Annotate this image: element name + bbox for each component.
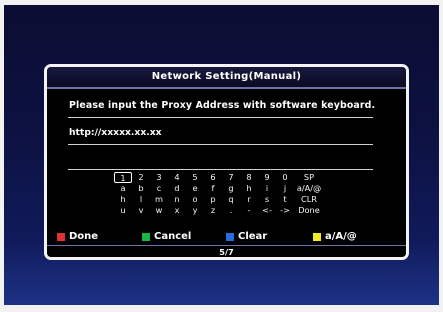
key-f[interactable]: f <box>204 183 222 194</box>
key-done[interactable]: Done <box>292 205 326 216</box>
key-8[interactable]: 8 <box>240 172 258 183</box>
key-7[interactable]: 7 <box>222 172 240 183</box>
keyboard-row: h l m n o p q r s t CLR <box>114 194 344 205</box>
clear-button[interactable]: Clear <box>226 230 267 243</box>
yellow-square-icon <box>313 232 321 241</box>
key-n[interactable]: n <box>168 194 186 205</box>
key-x[interactable]: x <box>168 205 186 216</box>
blue-square-icon <box>226 232 234 241</box>
input-underline <box>68 144 373 145</box>
color-button-legend: Done Cancel Clear a/A/@ <box>56 228 397 245</box>
key-l[interactable]: l <box>132 194 150 205</box>
key-v[interactable]: v <box>132 205 150 216</box>
key-w[interactable]: w <box>150 205 168 216</box>
keyboard-row: 1 2 3 4 5 6 7 8 9 0 SP <box>114 172 344 183</box>
key-i[interactable]: i <box>258 183 276 194</box>
cancel-button[interactable]: Cancel <box>142 230 191 243</box>
key-5[interactable]: 5 <box>186 172 204 183</box>
dialog-title: Network Setting(Manual) <box>47 67 406 89</box>
key-y[interactable]: y <box>186 205 204 216</box>
key-r[interactable]: r <box>240 194 258 205</box>
key-6[interactable]: 6 <box>204 172 222 183</box>
key-m[interactable]: m <box>150 194 168 205</box>
tv-screen: Network Setting(Manual) Please input the… <box>4 5 439 305</box>
key-z[interactable]: z <box>204 205 222 216</box>
prompt-divider <box>68 117 373 118</box>
key-3[interactable]: 3 <box>150 172 168 183</box>
key-d[interactable]: d <box>168 183 186 194</box>
proxy-address-prompt: Please input the Proxy Address with soft… <box>69 100 376 111</box>
key-s[interactable]: s <box>258 194 276 205</box>
key-q[interactable]: q <box>222 194 240 205</box>
cancel-label: Cancel <box>154 231 192 242</box>
case-toggle-label: a/A/@ <box>325 231 357 242</box>
key-2[interactable]: 2 <box>132 172 150 183</box>
keyboard-row: u v w x y z . - <- -> Done <box>114 205 344 216</box>
keyboard-divider <box>68 169 373 170</box>
keyboard-row: a b c d e f g h i j a/A/@ <box>114 183 344 194</box>
key-c[interactable]: c <box>150 183 168 194</box>
clear-label: Clear <box>238 231 268 242</box>
key-cursor-left[interactable]: <- <box>258 205 276 216</box>
software-keyboard: 1 2 3 4 5 6 7 8 9 0 SP a b c d e f g h i… <box>114 172 344 216</box>
key-a[interactable]: a <box>114 183 132 194</box>
key-o[interactable]: o <box>186 194 204 205</box>
key-space[interactable]: SP <box>292 172 326 183</box>
page-number: 5/7 <box>219 247 234 257</box>
key-case-toggle[interactable]: a/A/@ <box>292 183 326 194</box>
proxy-address-input[interactable]: http://xxxxx.xx.xx <box>69 127 162 138</box>
key-p[interactable]: p <box>204 194 222 205</box>
case-toggle-button[interactable]: a/A/@ <box>313 230 357 243</box>
done-button[interactable]: Done <box>57 230 98 243</box>
key-b[interactable]: b <box>132 183 150 194</box>
red-square-icon <box>57 232 65 241</box>
key-4[interactable]: 4 <box>168 172 186 183</box>
key-h[interactable]: h <box>240 183 258 194</box>
page-indicator: 5/7 <box>47 245 406 258</box>
green-square-icon <box>142 232 150 241</box>
key-1[interactable]: 1 <box>114 172 132 183</box>
done-label: Done <box>69 231 99 242</box>
key-clear[interactable]: CLR <box>292 194 326 205</box>
key-g[interactable]: g <box>222 183 240 194</box>
key-hyphen[interactable]: - <box>240 205 258 216</box>
key-e[interactable]: e <box>186 183 204 194</box>
key-u[interactable]: u <box>114 205 132 216</box>
key-h[interactable]: h <box>114 194 132 205</box>
key-9[interactable]: 9 <box>258 172 276 183</box>
network-setting-dialog: Network Setting(Manual) Please input the… <box>44 64 409 260</box>
key-period[interactable]: . <box>222 205 240 216</box>
